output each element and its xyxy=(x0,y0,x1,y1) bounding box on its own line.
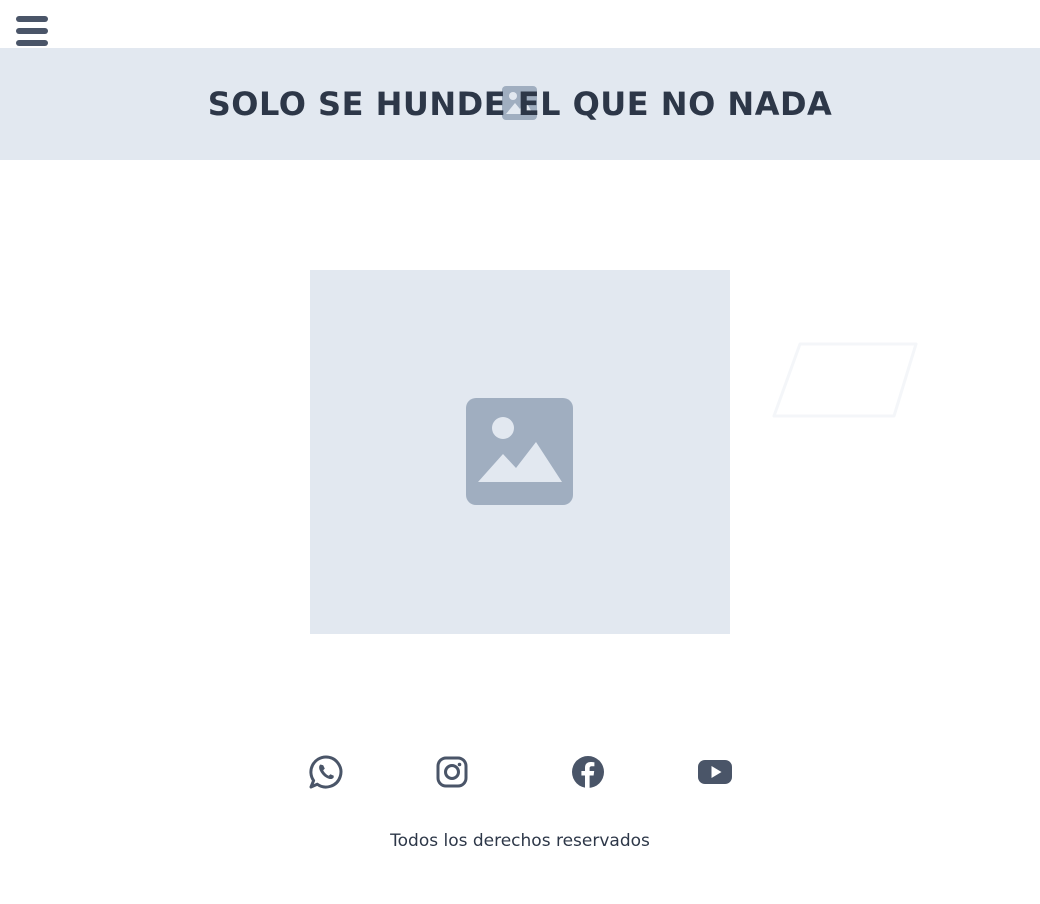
image-placeholder-icon xyxy=(466,398,573,505)
youtube-link[interactable] xyxy=(698,754,732,790)
page-title: SOLO SE HUNDE EL QUE NO NADA xyxy=(207,85,833,123)
instagram-icon xyxy=(436,756,468,788)
whatsapp-link[interactable] xyxy=(308,754,344,790)
instagram-link[interactable] xyxy=(436,754,468,790)
main-image-placeholder xyxy=(310,270,730,634)
copyright-text: Todos los derechos reservados xyxy=(390,831,650,851)
youtube-icon xyxy=(698,760,732,784)
menu-bar xyxy=(16,16,48,22)
facebook-icon xyxy=(572,756,604,788)
title-banner: SOLO SE HUNDE EL QUE NO NADA xyxy=(0,48,1040,160)
whatsapp-icon xyxy=(309,755,343,789)
top-bar xyxy=(0,0,1040,48)
decorative-shape xyxy=(772,342,918,418)
menu-bar xyxy=(16,28,48,34)
menu-bar xyxy=(16,40,48,46)
facebook-link[interactable] xyxy=(572,754,604,790)
hamburger-menu-icon[interactable] xyxy=(16,16,48,46)
